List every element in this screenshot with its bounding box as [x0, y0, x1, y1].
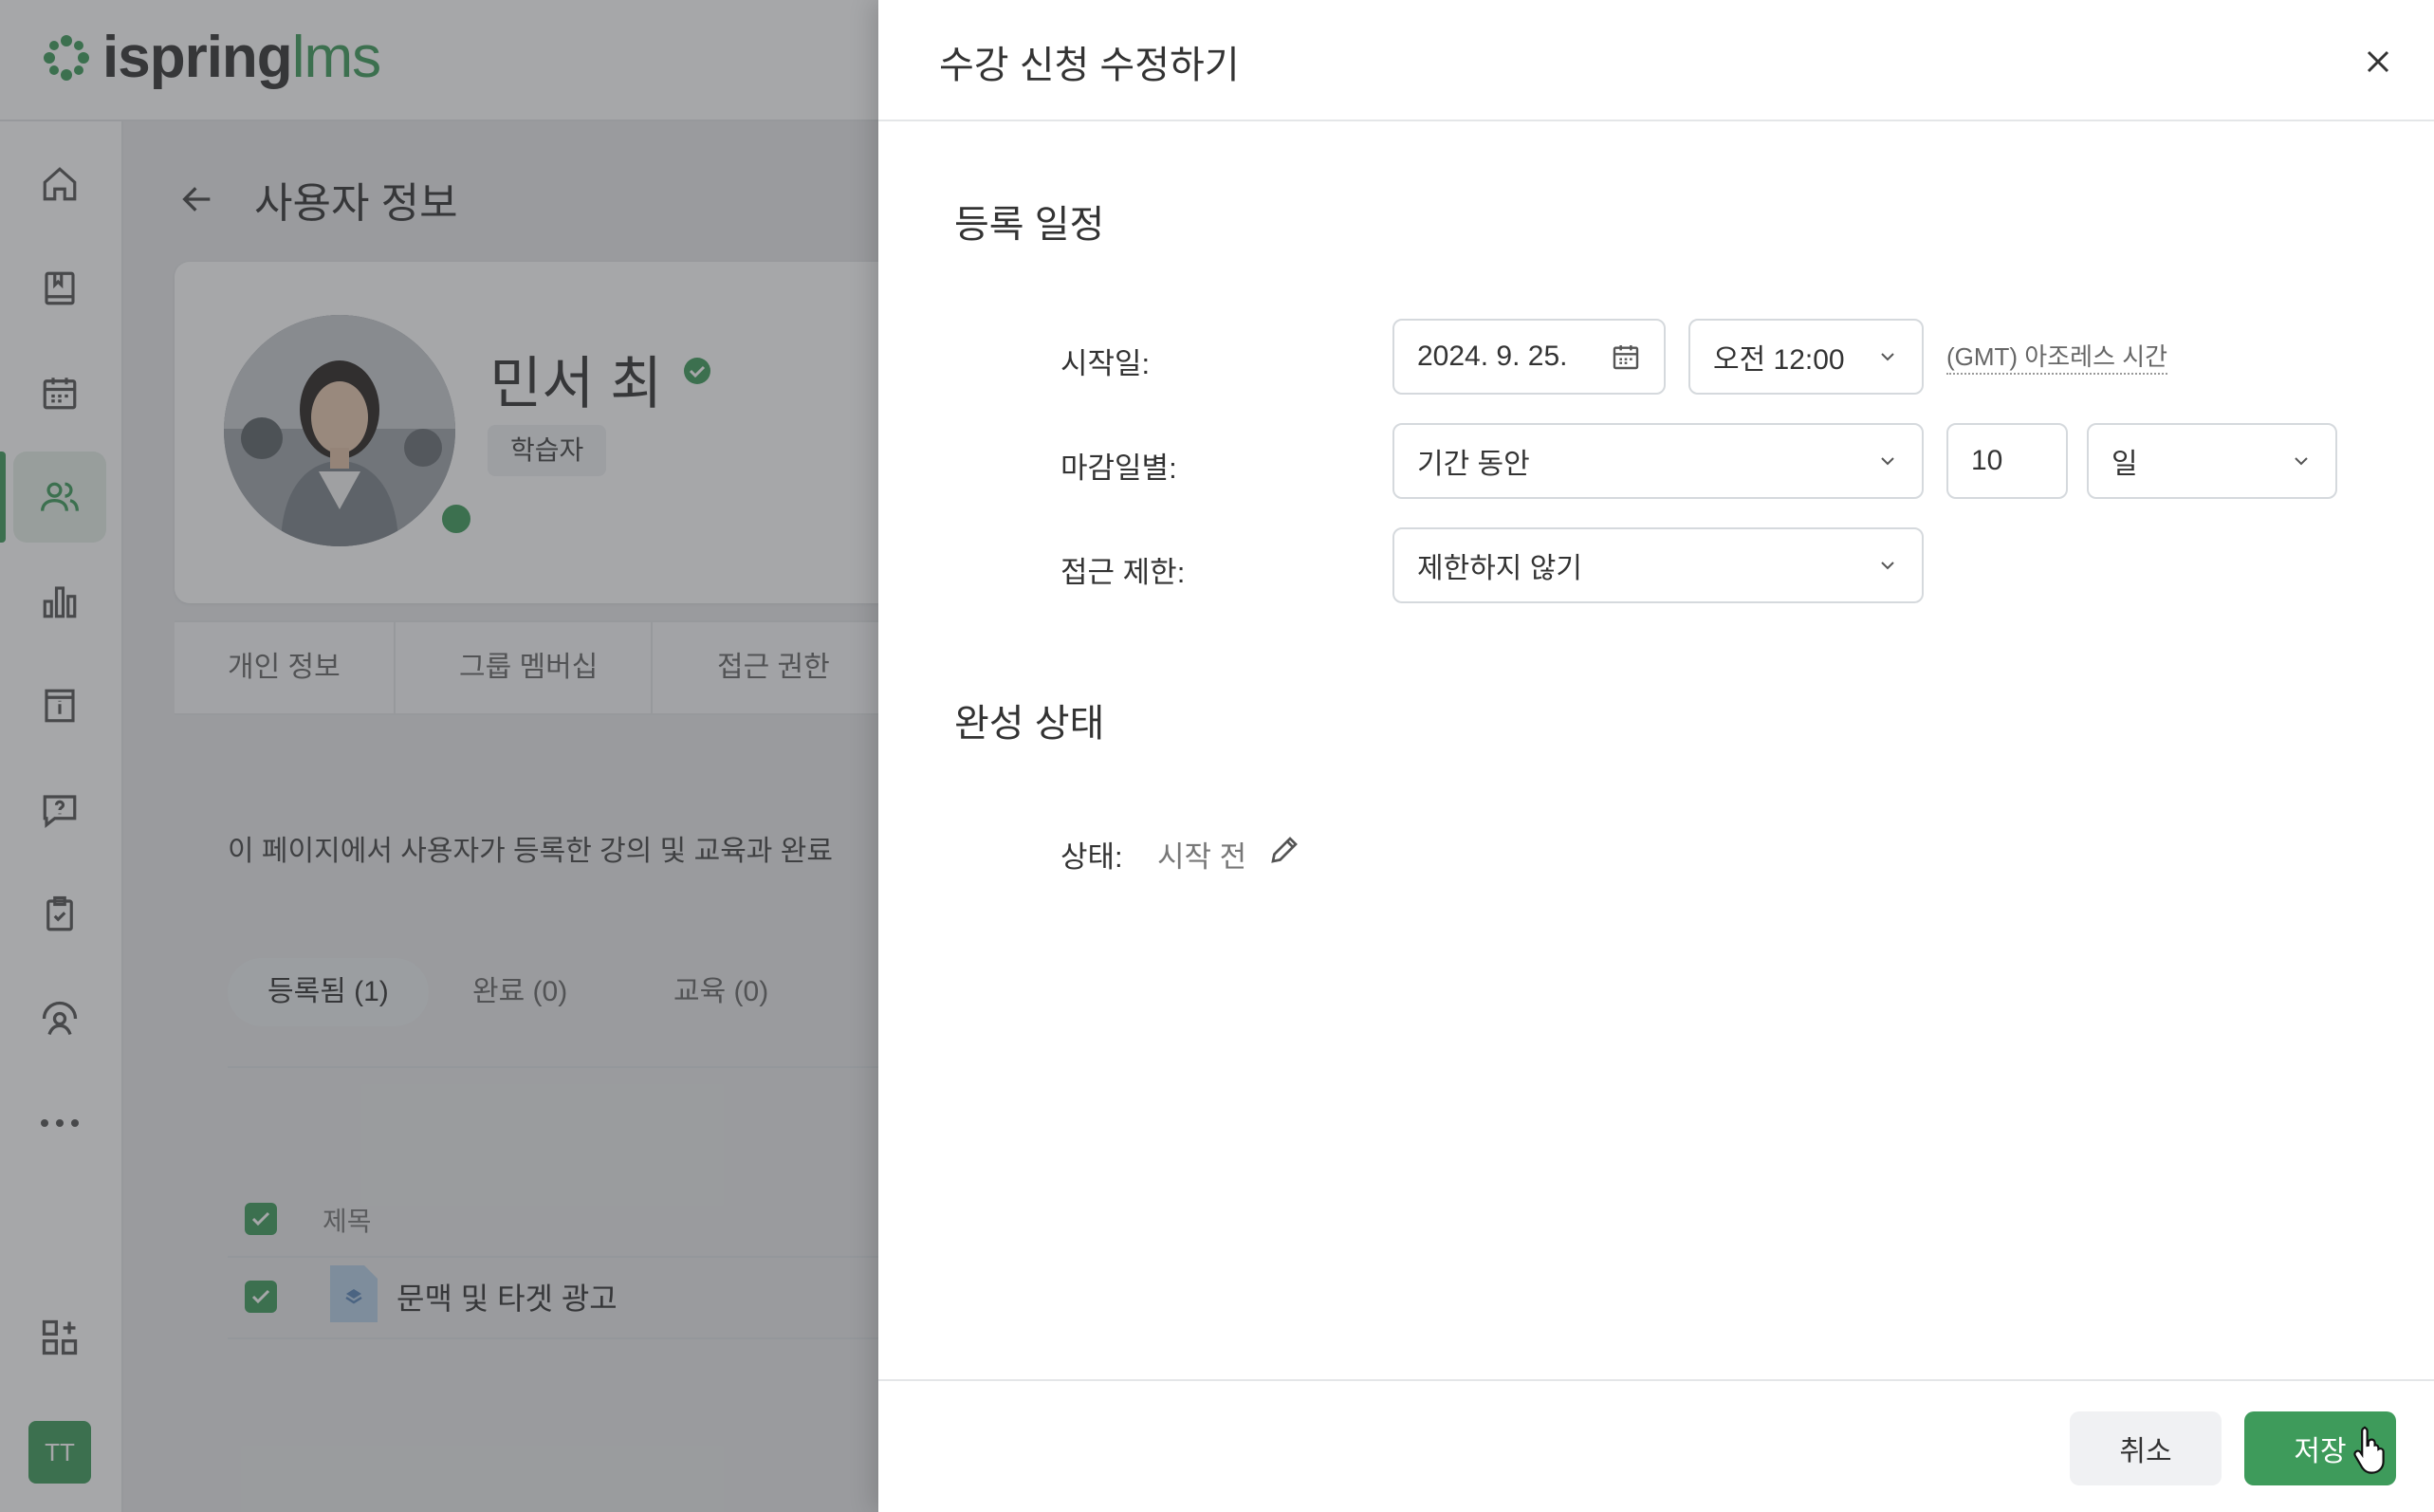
- due-mode-select[interactable]: 기간 동안: [1392, 423, 1924, 499]
- chevron-down-icon: [1881, 562, 1894, 570]
- dialog-footer: 취소 저장: [878, 1379, 2434, 1512]
- access-limit-label: 접근 제한:: [1060, 556, 1186, 589]
- chevron-down-icon: [1881, 353, 1894, 361]
- schedule-section-title: 등록 일정: [954, 204, 1105, 246]
- close-button[interactable]: [2358, 42, 2398, 82]
- edit-enrollment-dialog: 수강 신청 수정하기 등록 일정 시작일: 2024. 9. 25. 오전 12…: [878, 0, 2434, 1512]
- dialog-header: 수강 신청 수정하기: [878, 0, 2434, 121]
- close-icon: [2367, 50, 2389, 73]
- due-amount-input[interactable]: 10: [1946, 423, 2068, 499]
- completion-section-title: 완성 상태: [954, 703, 1105, 745]
- pencil-icon: [1271, 837, 1298, 863]
- status-label: 상태:: [1060, 840, 1123, 874]
- start-date-input[interactable]: 2024. 9. 25.: [1392, 319, 1666, 395]
- chevron-down-icon: [2295, 457, 2308, 466]
- access-limit-select[interactable]: 제한하지 않기: [1392, 527, 1924, 603]
- timezone-link[interactable]: (GMT) 아조레스 시간: [1946, 338, 2168, 375]
- due-unit-select[interactable]: 일: [2087, 423, 2337, 499]
- start-time-select[interactable]: 오전 12:00: [1688, 319, 1924, 395]
- status-value: 시작 전: [1157, 840, 1247, 874]
- due-date-label: 마감일별:: [1060, 452, 1177, 485]
- start-date-label: 시작일:: [1060, 347, 1151, 380]
- cancel-button[interactable]: 취소: [2070, 1411, 2222, 1485]
- dialog-title: 수강 신청 수정하기: [939, 45, 1240, 86]
- chevron-down-icon: [1881, 457, 1894, 466]
- calendar-icon: [1613, 345, 1639, 370]
- edit-status-button[interactable]: [1267, 833, 1301, 867]
- hand-cursor-icon: [2352, 1425, 2390, 1474]
